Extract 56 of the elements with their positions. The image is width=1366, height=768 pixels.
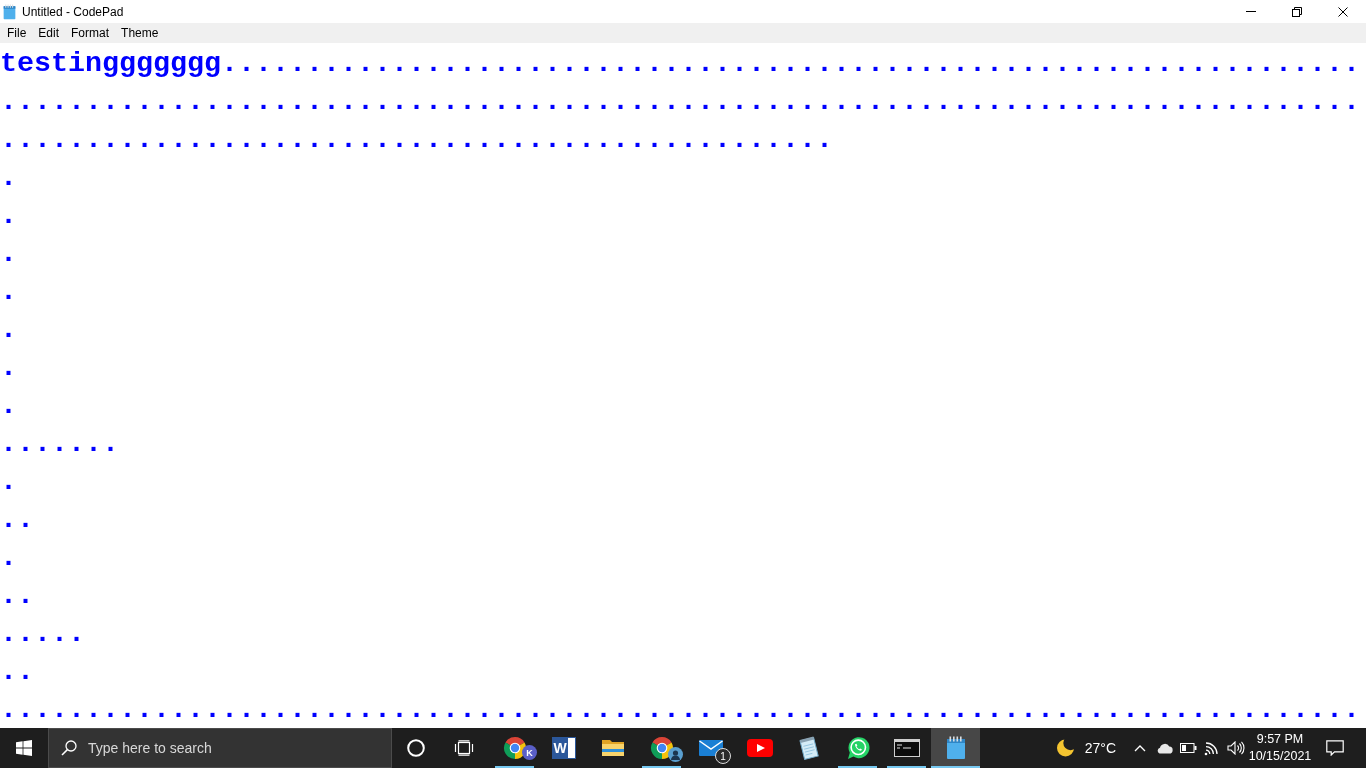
spiral-notepad-icon (945, 736, 966, 760)
speaker-icon[interactable] (1227, 741, 1245, 755)
task-view-icon (454, 740, 474, 756)
close-icon (1338, 6, 1348, 17)
text-line: . (0, 389, 17, 422)
circle-icon (407, 739, 425, 757)
text-line: ................................................................................ (0, 85, 1360, 118)
wifi-icon[interactable] (1204, 740, 1220, 756)
notification-icon[interactable] (1326, 740, 1344, 756)
text-line: ....... (0, 427, 119, 460)
moon-icon[interactable] (1055, 738, 1076, 758)
four-panes-icon (16, 740, 32, 756)
window-title: Untitled - CodePad (22, 4, 124, 19)
battery-icon[interactable] (1179, 743, 1197, 753)
folder-icon (600, 738, 625, 758)
text-line: ..... (0, 617, 85, 650)
text-line: . (0, 313, 17, 346)
text-line: .. (0, 655, 34, 688)
text-line: ................................................................................ (0, 693, 1360, 726)
text-line: . (0, 275, 17, 308)
browser-icon (649, 736, 674, 760)
restore-icon (1292, 6, 1302, 17)
clock-time[interactable]: 9:57 PM (1256, 731, 1304, 748)
menu-item[interactable]: File (1, 23, 33, 43)
document-icon: W (551, 737, 576, 759)
clock-date[interactable]: 10/15/2021 (1248, 748, 1312, 765)
text-line: . (0, 351, 17, 384)
browser-icon (502, 736, 527, 760)
text-line: . (0, 199, 17, 232)
menu-item[interactable]: Theme (115, 23, 165, 43)
text-line: ................................................. (0, 123, 833, 156)
notepad-icon (3, 3, 16, 20)
text-line: . (0, 161, 17, 194)
menu-item[interactable]: Format (65, 23, 116, 43)
search-icon (61, 740, 77, 756)
cloud-icon[interactable] (1155, 742, 1173, 754)
text-line: .. (0, 503, 34, 536)
taskbar-app-button[interactable]: 1 (686, 728, 735, 768)
envelope-icon (697, 738, 724, 758)
menu-item[interactable]: Edit (32, 23, 66, 43)
text-line: . (0, 541, 17, 574)
chat-bubble-icon (845, 736, 870, 760)
text-line: . (0, 465, 17, 498)
weather-temperature[interactable]: 27°C (1084, 740, 1116, 756)
search-field[interactable]: Type here to search (48, 728, 392, 768)
profile-badge: K (522, 745, 537, 760)
text-line: .. (0, 579, 34, 612)
taskbar-app-button[interactable]: W (539, 728, 588, 768)
notepad-icon (797, 736, 820, 760)
text-line: testinggggggg................................................................... (0, 47, 1360, 80)
count-badge: 1 (715, 748, 731, 764)
terminal-icon (893, 739, 920, 757)
chevron-up-icon[interactable] (1134, 744, 1146, 752)
text-line: . (0, 237, 17, 270)
minimize-icon (1246, 11, 1256, 12)
play-icon (746, 739, 773, 757)
